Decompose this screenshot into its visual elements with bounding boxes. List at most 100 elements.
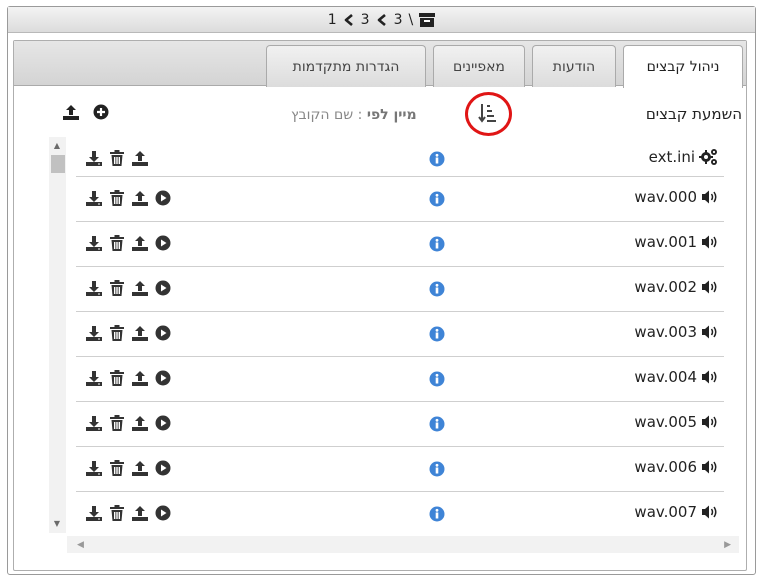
file-name-cell[interactable]: wav.005 — [634, 413, 719, 431]
file-name: wav.005 — [634, 413, 697, 431]
upload-icon[interactable] — [132, 505, 148, 521]
play-icon[interactable] — [155, 280, 171, 296]
upload-icon[interactable] — [132, 415, 148, 431]
breadcrumb-segment[interactable]: 3 — [394, 12, 403, 28]
info-icon[interactable] — [429, 326, 445, 346]
file-actions — [86, 370, 171, 386]
download-icon[interactable] — [86, 280, 102, 296]
upload-icon[interactable] — [62, 104, 80, 124]
info-icon[interactable] — [429, 461, 445, 481]
file-name: wav.001 — [634, 233, 697, 251]
section-title: השמעת קבצים — [645, 105, 742, 123]
file-actions — [86, 235, 171, 251]
info-icon[interactable] — [429, 371, 445, 391]
info-icon[interactable] — [429, 506, 445, 526]
download-icon[interactable] — [86, 190, 102, 206]
file-name-cell[interactable]: wav.003 — [634, 323, 719, 341]
info-icon[interactable] — [429, 151, 445, 171]
info-icon[interactable] — [429, 416, 445, 436]
horizontal-scrollbar[interactable]: ◀ ▶ — [67, 536, 739, 553]
file-row: wav.004 — [76, 357, 724, 402]
upload-icon[interactable] — [132, 370, 148, 386]
upload-icon[interactable] — [132, 150, 148, 166]
play-icon[interactable] — [155, 190, 171, 206]
download-icon[interactable] — [86, 460, 102, 476]
trash-icon[interactable] — [109, 150, 125, 166]
download-icon[interactable] — [86, 505, 102, 521]
upload-icon[interactable] — [132, 325, 148, 341]
tab-file-management[interactable]: ניהול קבצים — [623, 45, 743, 88]
file-actions — [86, 415, 171, 431]
trash-icon[interactable] — [109, 460, 125, 476]
tab-messages[interactable]: הודעות — [532, 45, 616, 87]
play-icon[interactable] — [155, 505, 171, 521]
trash-icon[interactable] — [109, 325, 125, 341]
download-icon[interactable] — [86, 150, 102, 166]
scroll-right-arrow[interactable]: ▶ — [724, 540, 731, 550]
upload-icon[interactable] — [132, 235, 148, 251]
speaker-icon — [701, 279, 719, 295]
file-row: wav.000 — [76, 177, 724, 222]
file-actions — [86, 190, 171, 206]
trash-icon[interactable] — [109, 370, 125, 386]
trash-icon[interactable] — [109, 190, 125, 206]
file-name: wav.003 — [634, 323, 697, 341]
file-name: ext.ini — [648, 148, 695, 166]
file-name-cell[interactable]: wav.006 — [634, 458, 719, 476]
file-name-cell[interactable]: wav.002 — [634, 278, 719, 296]
play-icon[interactable] — [155, 235, 171, 251]
file-actions — [86, 150, 148, 166]
archive-icon[interactable] — [419, 12, 436, 27]
file-name-cell[interactable]: wav.007 — [634, 503, 719, 521]
speaker-icon — [701, 234, 719, 250]
play-icon[interactable] — [155, 415, 171, 431]
file-name: wav.000 — [634, 188, 697, 206]
tab-advanced-settings[interactable]: הגדרות מתקדמות — [266, 45, 426, 87]
info-icon[interactable] — [429, 236, 445, 256]
speaker-icon — [701, 459, 719, 475]
info-icon[interactable] — [429, 281, 445, 301]
play-icon[interactable] — [155, 325, 171, 341]
file-row: wav.002 — [76, 267, 724, 312]
file-name-cell[interactable]: wav.000 — [634, 188, 719, 206]
sort-ascending-icon[interactable] — [476, 101, 500, 125]
play-icon[interactable] — [155, 460, 171, 476]
download-icon[interactable] — [86, 235, 102, 251]
file-actions — [86, 325, 171, 341]
file-name-cell[interactable]: wav.004 — [634, 368, 719, 386]
speaker-icon — [701, 414, 719, 430]
trash-icon[interactable] — [109, 280, 125, 296]
download-icon[interactable] — [86, 325, 102, 341]
plus-circle-icon[interactable] — [93, 104, 109, 124]
download-icon[interactable] — [86, 370, 102, 386]
breadcrumb-segment[interactable]: 1 — [328, 12, 337, 28]
trash-icon[interactable] — [109, 415, 125, 431]
file-name: wav.007 — [634, 503, 697, 521]
file-row: wav.003 — [76, 312, 724, 357]
file-row: wav.006 — [76, 447, 724, 492]
info-icon[interactable] — [429, 191, 445, 211]
trash-icon[interactable] — [109, 235, 125, 251]
tab-properties[interactable]: מאפיינים — [433, 45, 525, 87]
file-name: wav.006 — [634, 458, 697, 476]
trash-icon[interactable] — [109, 505, 125, 521]
file-row: wav.005 — [76, 402, 724, 447]
breadcrumb-separator: \ — [408, 11, 414, 28]
play-icon[interactable] — [155, 370, 171, 386]
chevron-left-icon — [376, 13, 388, 26]
file-name: wav.004 — [634, 368, 697, 386]
tab-label: הודעות — [552, 58, 596, 75]
download-icon[interactable] — [86, 415, 102, 431]
speaker-icon — [701, 369, 719, 385]
file-name-cell[interactable]: ext.ini — [649, 148, 719, 166]
upload-icon[interactable] — [132, 190, 148, 206]
tab-bar: הגדרות מתקדמות מאפיינים הודעות ניהול קבצ… — [14, 41, 746, 88]
sort-by-label[interactable]: מיין לפי : שם הקובץ — [291, 107, 417, 123]
file-actions — [86, 280, 171, 296]
upload-icon[interactable] — [132, 280, 148, 296]
scroll-left-arrow[interactable]: ◀ — [77, 540, 84, 550]
upload-icon[interactable] — [132, 460, 148, 476]
file-name-cell[interactable]: wav.001 — [634, 233, 719, 251]
breadcrumb-segment[interactable]: 3 — [361, 12, 370, 28]
file-list: ext.ini wav.000 wav.001 wav.002 wav.003 wav.0… — [38, 137, 733, 534]
